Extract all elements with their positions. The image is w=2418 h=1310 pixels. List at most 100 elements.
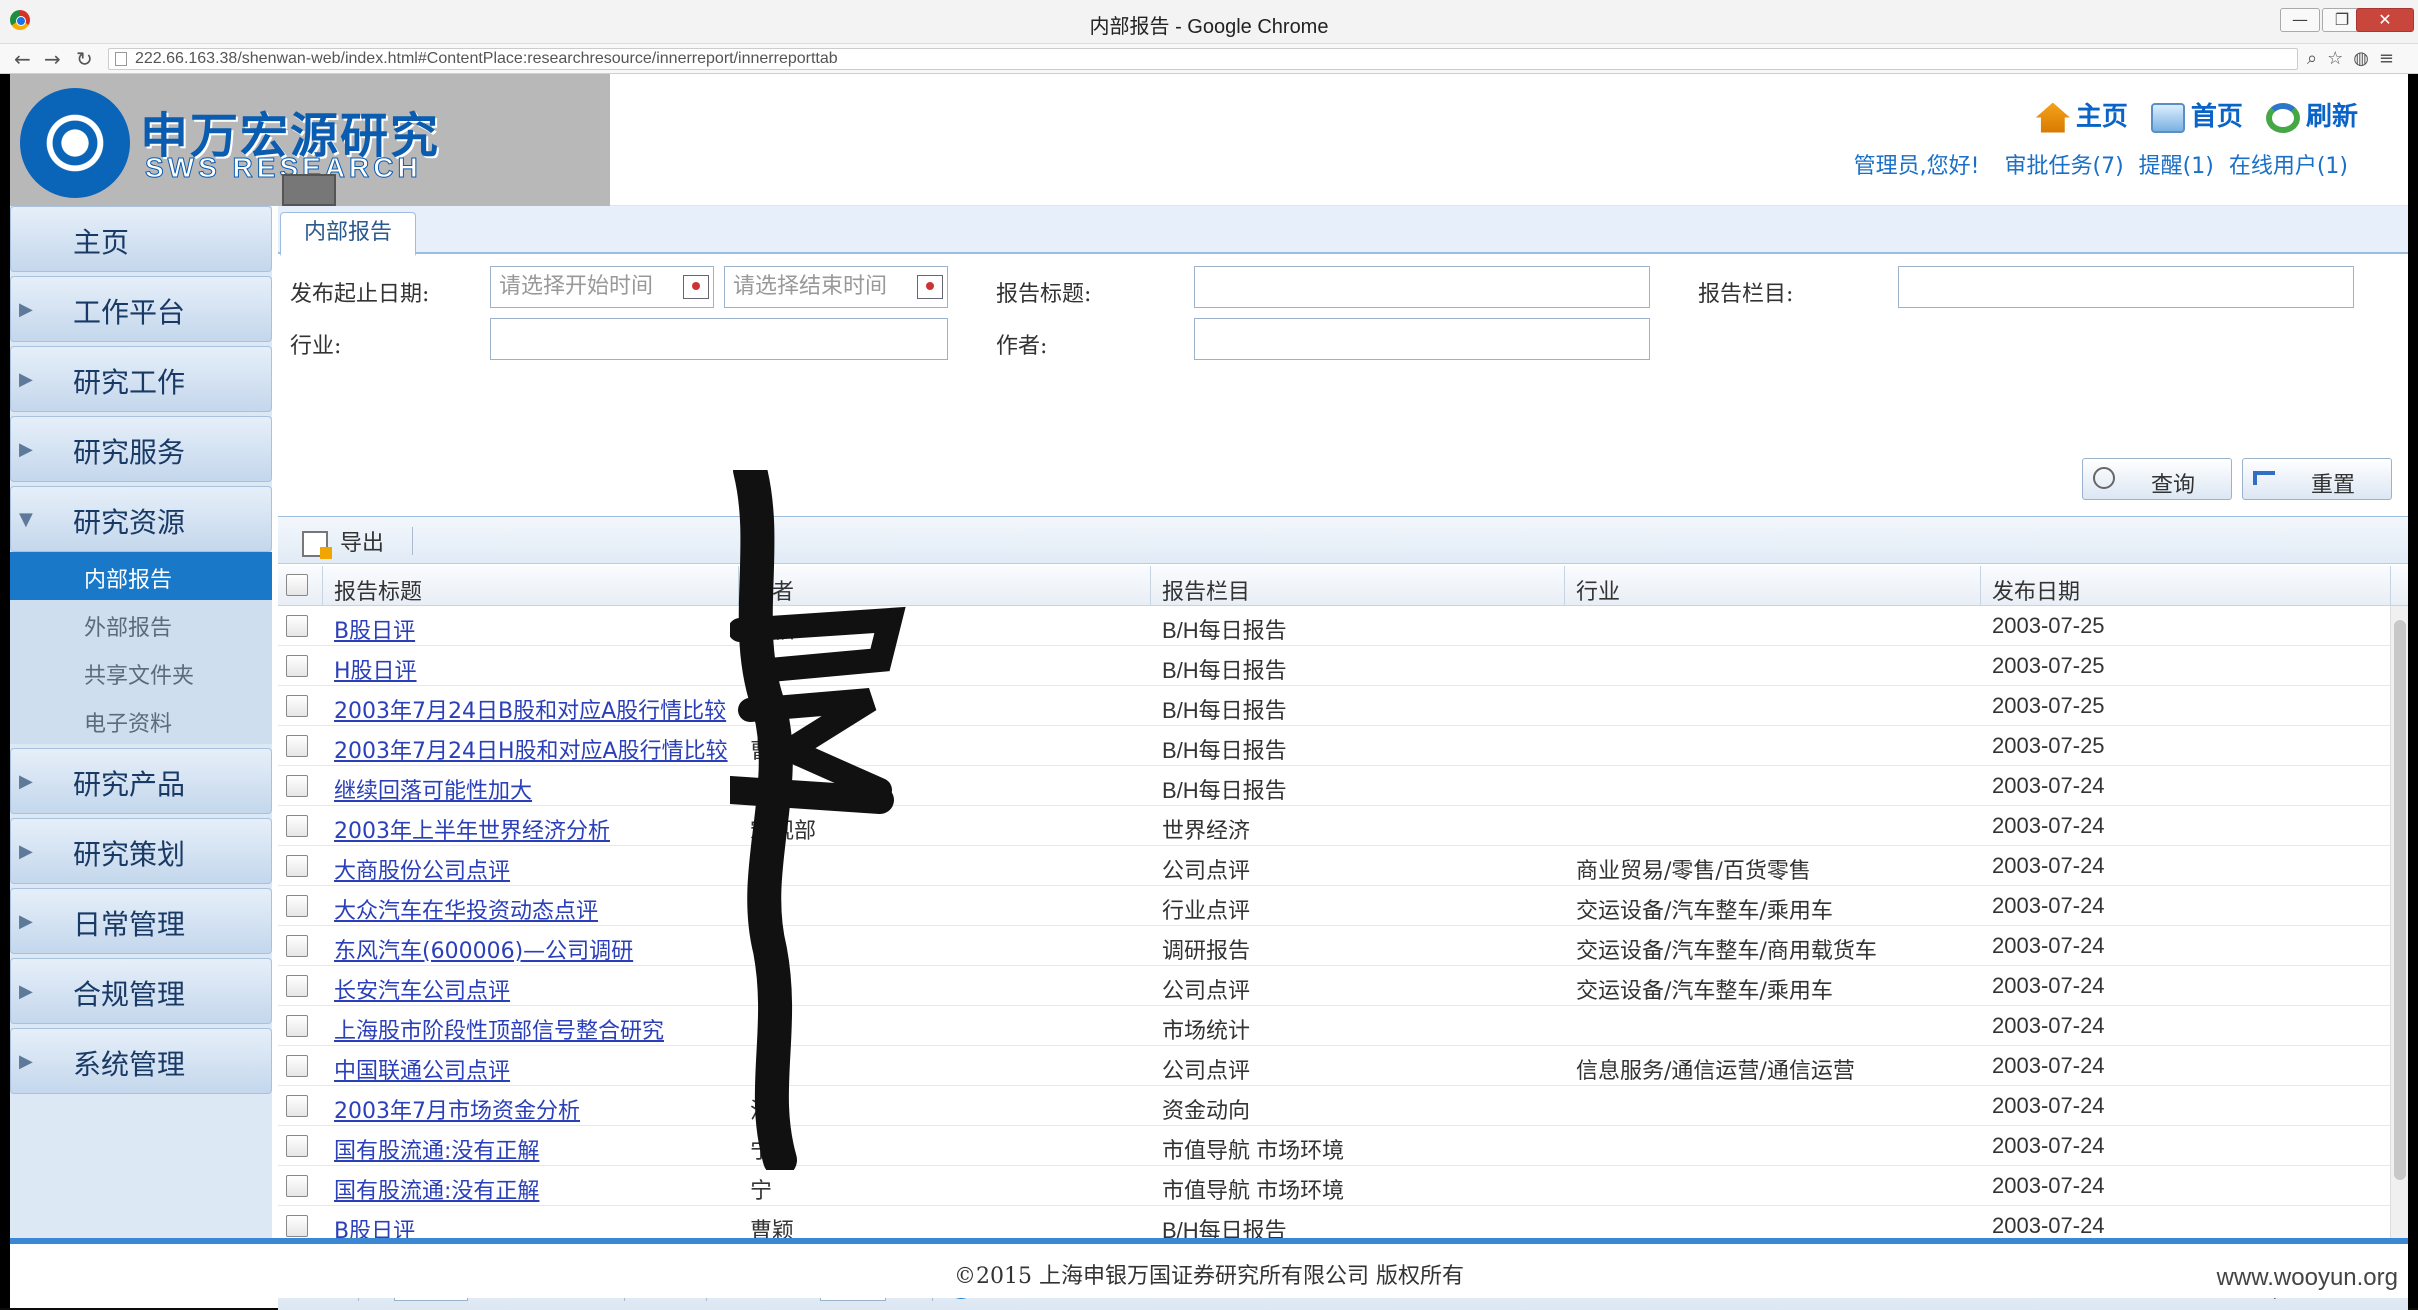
expand-arrow-icon: ▶: [19, 841, 33, 862]
query-button[interactable]: 查询: [2082, 458, 2232, 500]
start-date-input[interactable]: 请选择开始时间: [490, 266, 714, 308]
report-title-link[interactable]: 2003年上半年世界经济分析: [334, 813, 734, 845]
report-title-link[interactable]: 长安汽车公司点评: [334, 973, 734, 1005]
row-checkbox[interactable]: [286, 1215, 308, 1237]
sidebar-item-label: 日常管理: [73, 908, 186, 941]
sidebar-item-workspace[interactable]: ▶ 工作平台: [10, 276, 272, 342]
online-users-link[interactable]: 在线用户(1): [2229, 154, 2348, 179]
forward-icon[interactable]: →: [44, 47, 61, 71]
table-row[interactable]: 上海股市阶段性顶部信号整合研究 市场统计 2003-07-24: [278, 1006, 2390, 1046]
sidebar-item-research-resource[interactable]: ▼ 研究资源: [10, 486, 272, 552]
table-row[interactable]: 继续回落可能性加大 陆 B/H每日报告 2003-07-24: [278, 766, 2390, 806]
submenu-label: 外部报告: [84, 616, 173, 641]
reload-icon[interactable]: ↻: [76, 47, 93, 71]
report-title-link[interactable]: 2003年7月24日H股和对应A股行情比较: [334, 733, 734, 765]
report-title-link[interactable]: 2003年7月24日B股和对应A股行情比较: [334, 693, 734, 725]
row-checkbox[interactable]: [286, 1055, 308, 1077]
submenu-external-report[interactable]: 外部报告: [10, 600, 272, 648]
report-title-link[interactable]: B股日评: [334, 613, 734, 645]
sidebar-item-research-service[interactable]: ▶ 研究服务: [10, 416, 272, 482]
submenu-e-materials[interactable]: 电子资料: [10, 696, 272, 744]
row-checkbox[interactable]: [286, 775, 308, 797]
calendar-icon[interactable]: [683, 275, 709, 299]
table-row[interactable]: 2003年7月市场资金分析 涛 资金动向 2003-07-24: [278, 1086, 2390, 1126]
column-input[interactable]: [1898, 266, 2354, 308]
table-row[interactable]: 大众汽车在华投资动态点评 冯 行业点评 交运设备/汽车整车/乘用车 2003-0…: [278, 886, 2390, 926]
industry-input[interactable]: [490, 318, 948, 360]
column-header-industry[interactable]: 行业: [1576, 574, 1620, 606]
calendar-icon[interactable]: [917, 275, 943, 299]
author-input[interactable]: [1194, 318, 1650, 360]
report-title-link[interactable]: 中国联通公司点评: [334, 1053, 734, 1085]
end-date-input[interactable]: 请选择结束时间: [724, 266, 948, 308]
sidebar-item-research-planning[interactable]: ▶ 研究策划: [10, 818, 272, 884]
sidebar-item-research-work[interactable]: ▶ 研究工作: [10, 346, 272, 412]
table-row[interactable]: 国有股流通:没有正解 宁 市值导航 市场环境 2003-07-24: [278, 1166, 2390, 1206]
row-checkbox[interactable]: [286, 895, 308, 917]
report-title-link[interactable]: 大商股份公司点评: [334, 853, 734, 885]
tasks-link[interactable]: 审批任务(7): [2004, 154, 2123, 179]
sidebar-item-label: 合规管理: [73, 978, 186, 1011]
submenu-shared-folder[interactable]: 共享文件夹: [10, 648, 272, 696]
home-link[interactable]: 主页: [2035, 102, 2128, 133]
row-checkbox[interactable]: [286, 1175, 308, 1197]
row-checkbox[interactable]: [286, 735, 308, 757]
end-date-placeholder: 请选择结束时间: [733, 274, 888, 299]
row-checkbox[interactable]: [286, 615, 308, 637]
row-checkbox[interactable]: [286, 815, 308, 837]
browser-action-icons[interactable]: ⌕☆◍≡: [2307, 48, 2404, 69]
table-row[interactable]: 2003年7月24日B股和对应A股行情比较 曹 B/H每日报告 2003-07-…: [278, 686, 2390, 726]
first-page-link[interactable]: 首页: [2150, 102, 2243, 133]
table-row[interactable]: 中国联通公司点评 公司点评 信息服务/通信运营/通信运营 2003-07-24: [278, 1046, 2390, 1086]
row-checkbox[interactable]: [286, 975, 308, 997]
report-title-link[interactable]: 大众汽车在华投资动态点评: [334, 893, 734, 925]
report-title-link[interactable]: 国有股流通:没有正解: [334, 1133, 734, 1165]
title-input[interactable]: [1194, 266, 1650, 308]
row-checkbox[interactable]: [286, 695, 308, 717]
report-title-link[interactable]: H股日评: [334, 653, 734, 685]
url-field[interactable]: 222.66.163.38/shenwan-web/index.html#Con…: [108, 48, 2298, 70]
row-checkbox[interactable]: [286, 1135, 308, 1157]
table-row[interactable]: 2003年7月24日H股和对应A股行情比较 曹 B/H每日报告 2003-07-…: [278, 726, 2390, 766]
report-title-link[interactable]: 东风汽车(600006)—公司调研: [334, 933, 734, 965]
reset-button[interactable]: 重置: [2242, 458, 2392, 500]
sidebar-item-system-management[interactable]: ▶ 系统管理: [10, 1028, 272, 1094]
scrollbar-thumb[interactable]: [2394, 620, 2406, 1180]
grid-scrollbar[interactable]: [2390, 606, 2408, 1256]
column-cell: B/H每日报告: [1162, 658, 1287, 683]
table-row[interactable]: H股日评 曹 B/H每日报告 2003-07-25: [278, 646, 2390, 686]
tab-inner-report[interactable]: 内部报告: [280, 212, 416, 256]
row-checkbox[interactable]: [286, 855, 308, 877]
table-row[interactable]: 长安汽车公司点评 公司点评 交运设备/汽车整车/乘用车 2003-07-24: [278, 966, 2390, 1006]
table-row[interactable]: 2003年上半年世界经济分析 宏观部 世界经济 2003-07-24: [278, 806, 2390, 846]
column-header-title[interactable]: 报告标题: [334, 574, 422, 606]
minimize-button[interactable]: —: [2280, 8, 2320, 32]
sidebar-item-daily-management[interactable]: ▶ 日常管理: [10, 888, 272, 954]
export-button[interactable]: 导出: [302, 525, 408, 559]
report-title-link[interactable]: 继续回落可能性加大: [334, 773, 734, 805]
refresh-link[interactable]: 刷新: [2265, 102, 2358, 133]
table-row[interactable]: 国有股流通:没有正解 宁 市值导航 市场环境 2003-07-24: [278, 1126, 2390, 1166]
column-header-date[interactable]: 发布日期: [1992, 574, 2080, 606]
sidebar-item-research-product[interactable]: ▶ 研究产品: [10, 748, 272, 814]
submenu-inner-report[interactable]: 内部报告: [10, 552, 272, 600]
column-header-author[interactable]: 作者: [750, 574, 794, 606]
row-checkbox[interactable]: [286, 1015, 308, 1037]
row-checkbox[interactable]: [286, 655, 308, 677]
sidebar-item-home[interactable]: 主页: [10, 206, 272, 272]
report-title-link[interactable]: 2003年7月市场资金分析: [334, 1093, 734, 1125]
select-all-checkbox[interactable]: [286, 574, 308, 596]
close-button[interactable]: ✕: [2356, 8, 2414, 32]
column-header-column[interactable]: 报告栏目: [1162, 574, 1250, 606]
row-checkbox[interactable]: [286, 1095, 308, 1117]
sidebar-item-compliance[interactable]: ▶ 合规管理: [10, 958, 272, 1024]
table-row[interactable]: 东风汽车(600006)—公司调研 调研报告 交运设备/汽车整车/商用载货车 2…: [278, 926, 2390, 966]
table-row[interactable]: B股日评 曹颖 B/H每日报告 2003-07-25: [278, 606, 2390, 646]
report-title-link[interactable]: 国有股流通:没有正解: [334, 1173, 734, 1205]
reminders-link[interactable]: 提醒(1): [2139, 154, 2214, 179]
report-title-link[interactable]: 上海股市阶段性顶部信号整合研究: [334, 1013, 734, 1045]
table-row[interactable]: 大商股份公司点评 公司点评 商业贸易/零售/百货零售 2003-07-24: [278, 846, 2390, 886]
back-icon[interactable]: ←: [14, 47, 31, 71]
column-separator: [2390, 566, 2391, 606]
row-checkbox[interactable]: [286, 935, 308, 957]
